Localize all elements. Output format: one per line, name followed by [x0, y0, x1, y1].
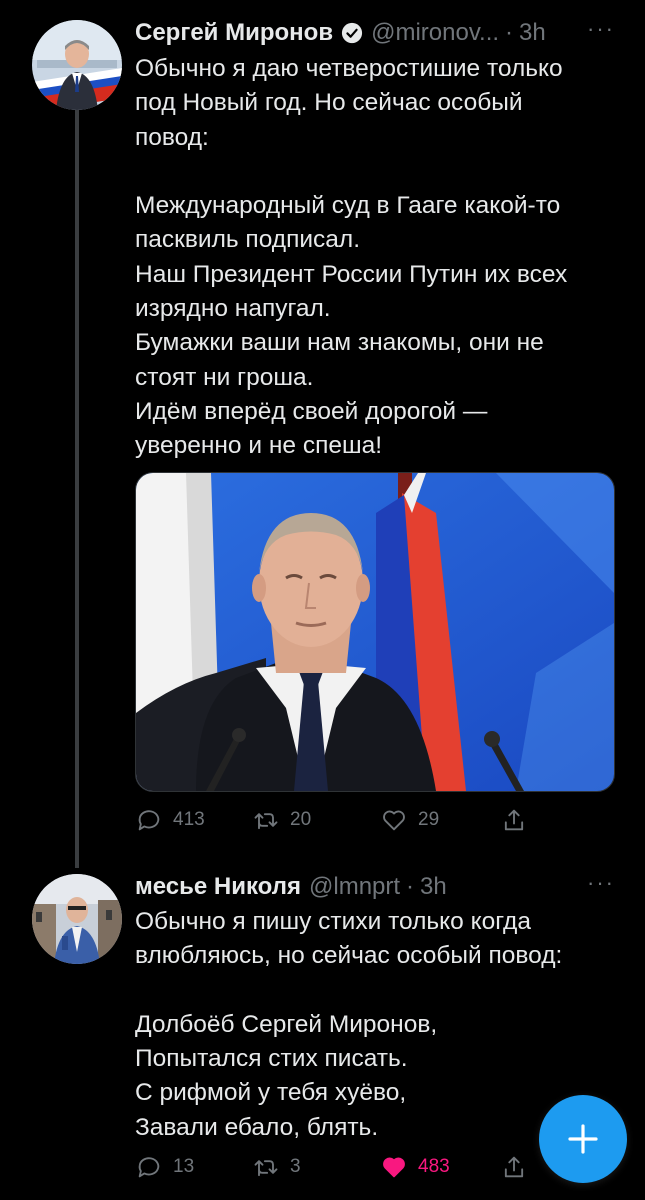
heart-icon — [383, 810, 405, 831]
avatar[interactable] — [32, 20, 122, 110]
share-icon — [504, 1156, 524, 1178]
share-icon — [504, 809, 524, 831]
text-line: влюбляюсь, но сейчас особый повод: — [135, 942, 563, 970]
tweet-header: Сергей Миронов @mironov... · 3h ··· — [135, 16, 615, 50]
retweet-count: 20 — [290, 809, 312, 830]
reply-button[interactable]: 413 — [135, 806, 252, 834]
tweet-time[interactable]: 3h — [420, 873, 447, 901]
author-name[interactable]: Сергей Миронов — [135, 19, 333, 47]
thread-line — [75, 108, 79, 868]
reply-button[interactable]: 13 — [135, 1153, 252, 1181]
more-options-icon[interactable]: ··· — [587, 16, 615, 42]
text-line: Попытался стих писать. — [135, 1045, 408, 1073]
compose-tweet-button[interactable] — [539, 1095, 627, 1183]
tweet-text: Обычно я даю четверостишие только под Но… — [135, 52, 620, 464]
reply-count: 413 — [173, 809, 205, 830]
text-line: изрядно напугал. — [135, 295, 331, 323]
retweet-button[interactable]: 3 — [252, 1153, 380, 1181]
text-line: Международный суд в Гааге какой-то — [135, 192, 561, 220]
avatar-image — [32, 874, 122, 964]
tweet[interactable]: Сергей Миронов @mironov... · 3h ··· Обыч… — [0, 0, 645, 868]
heart-filled-icon — [383, 1157, 405, 1178]
tweet-time[interactable]: 3h — [519, 19, 546, 47]
author-handle[interactable]: @lmnprt — [309, 873, 400, 901]
text-line — [135, 155, 620, 189]
separator-dot: · — [505, 19, 514, 46]
author-name[interactable]: месье Николя — [135, 873, 301, 901]
reply-count: 13 — [173, 1156, 195, 1177]
avatar[interactable] — [32, 874, 122, 964]
text-line: Бумажки ваши нам знакомы, они не — [135, 329, 544, 357]
author-handle[interactable]: @mironov... — [371, 19, 499, 47]
reply-icon — [138, 810, 160, 831]
text-line: уверенно и не спеша! — [135, 432, 383, 460]
retweet-icon — [254, 1160, 278, 1177]
tweet-text: Обычно я пишу стихи только когда влюбляю… — [135, 905, 620, 1145]
tweet-header: месье Николя @lmnprt · 3h ··· — [135, 870, 615, 904]
plus-icon — [568, 1124, 598, 1154]
tweet-actions: 413 20 29 — [135, 803, 535, 837]
avatar-image — [32, 20, 122, 110]
like-button[interactable]: 29 — [380, 806, 500, 834]
retweet-icon — [254, 813, 278, 830]
like-button[interactable]: 483 — [380, 1153, 500, 1181]
retweet-count: 3 — [290, 1156, 301, 1177]
retweet-button[interactable]: 20 — [252, 806, 380, 834]
share-button[interactable] — [500, 806, 528, 834]
verified-badge-icon — [342, 22, 363, 44]
share-button[interactable] — [500, 1153, 528, 1181]
reply-icon — [138, 1157, 160, 1178]
text-line: стоят ни гроша. — [135, 363, 314, 391]
text-line: под Новый год. Но сейчас особый — [135, 89, 523, 117]
text-line: Наш Президент России Путин их всех — [135, 260, 568, 288]
like-count: 29 — [418, 809, 440, 830]
text-line: повод: — [135, 123, 209, 151]
text-line: С рифмой у тебя хуёво, — [135, 1079, 407, 1107]
text-line: Обычно я пишу стихи только когда — [135, 908, 531, 935]
text-line: Долбоёб Сергей Миронов, — [135, 1010, 438, 1038]
more-options-icon[interactable]: ··· — [587, 870, 615, 896]
photo-image — [136, 473, 614, 791]
text-line: Обычно я даю четверостишие только — [135, 55, 563, 82]
text-line: пасквиль подписал. — [135, 226, 361, 254]
like-count: 483 — [418, 1156, 450, 1177]
text-line — [135, 974, 620, 1008]
tweet-photo[interactable] — [135, 472, 615, 792]
tweet-actions: 13 3 483 — [135, 1150, 535, 1184]
text-line: Идём вперёд своей дорогой — — [135, 397, 488, 425]
separator-dot: · — [406, 873, 415, 900]
